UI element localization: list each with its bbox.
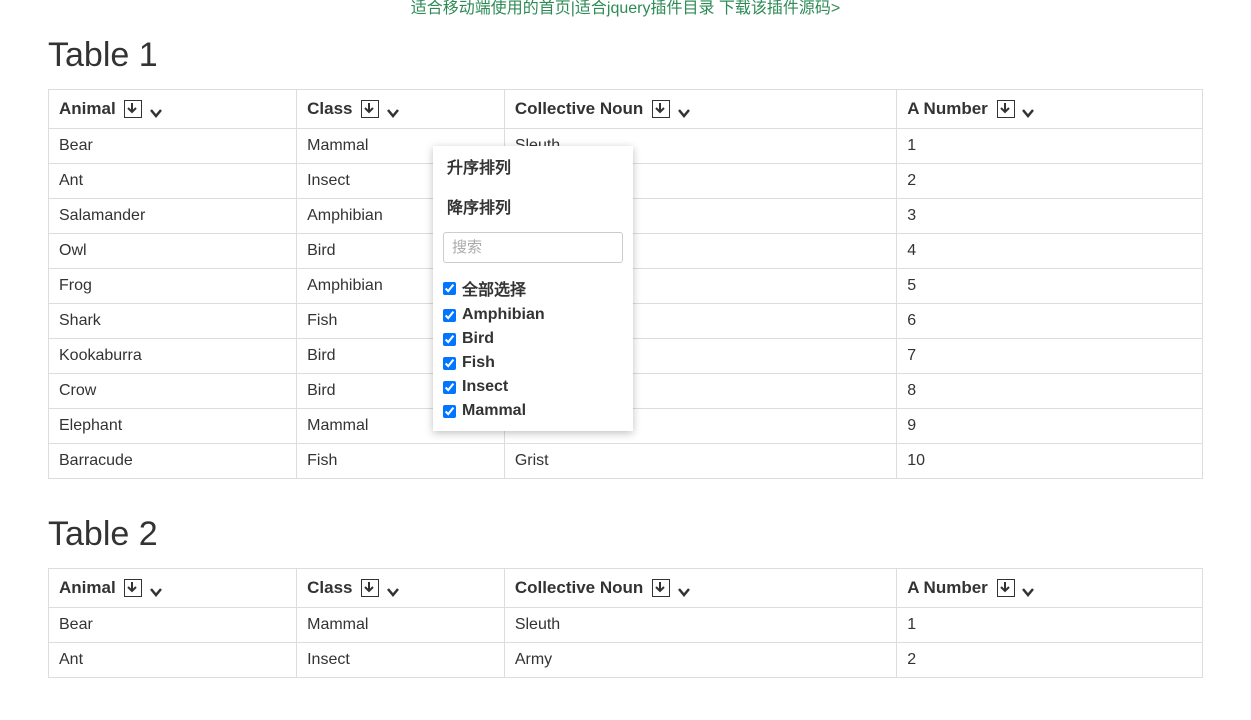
table1-header-collective-noun[interactable]: Collective Noun [504,90,896,129]
header-label: Collective Noun [515,578,643,597]
chevron-down-icon[interactable] [149,587,163,597]
top-links[interactable]: 适合移动端使用的首页|适合jquery插件目录 下载该插件源码> [48,0,1203,18]
table1-section: Table 1 Animal Class Collective Noun [48,36,1203,479]
header-label: Collective Noun [515,99,643,118]
table-cell: Shark [49,304,297,339]
table-row: BearMammalSleuth1 [49,608,1203,643]
table-cell: Army [504,643,896,678]
table-cell: Bear [49,129,297,164]
table-cell: 9 [897,409,1203,444]
filter-checkbox[interactable] [443,381,456,394]
filter-search-input[interactable] [443,232,623,263]
header-label: A Number [907,578,988,597]
filter-popup: 升序排列 降序排列 全部选择 Amphibian Bird Fish [433,146,633,431]
table-cell: 4 [897,234,1203,269]
filter-row[interactable]: Insect [443,375,623,399]
table-row: AntInsectArmy2 [49,643,1203,678]
sort-asc-button[interactable]: 升序排列 [433,146,633,186]
chevron-down-icon[interactable] [1021,108,1035,118]
table2-header-animal[interactable]: Animal [49,569,297,608]
sort-arrow-icon[interactable] [997,100,1015,118]
table-cell: Grist [504,444,896,479]
table-cell: Elephant [49,409,297,444]
table-cell: Frog [49,269,297,304]
chevron-down-icon[interactable] [386,587,400,597]
sort-arrow-icon[interactable] [361,579,379,597]
table-cell: Owl [49,234,297,269]
header-label: A Number [907,99,988,118]
chevron-down-icon[interactable] [677,108,691,118]
filter-row[interactable]: Amphibian [443,303,623,327]
table-cell: Crow [49,374,297,409]
header-label: Class [307,99,352,118]
table-cell: Barracude [49,444,297,479]
table-cell: 3 [897,199,1203,234]
table2-title: Table 2 [48,515,1203,554]
chevron-down-icon[interactable] [1021,587,1035,597]
table-cell: 6 [897,304,1203,339]
table-cell: 5 [897,269,1203,304]
filter-checkbox[interactable] [443,405,456,418]
table-row: BarracudeFishGrist10 [49,444,1203,479]
table-cell: Fish [297,444,505,479]
filter-row-select-all[interactable]: 全部选择 [443,273,623,303]
table1-header-animal[interactable]: Animal [49,90,297,129]
table-cell: 1 [897,129,1203,164]
table2-header-collective-noun[interactable]: Collective Noun [504,569,896,608]
table-cell: 7 [897,339,1203,374]
table1-header-a-number[interactable]: A Number [897,90,1203,129]
table-cell: Kookaburra [49,339,297,374]
table-cell: 2 [897,643,1203,678]
header-label: Animal [59,578,116,597]
table1-header-class[interactable]: Class [297,90,505,129]
table2-header-row: Animal Class Collective Noun A Number [49,569,1203,608]
sort-arrow-icon[interactable] [124,579,142,597]
header-label: Animal [59,99,116,118]
table2: Animal Class Collective Noun A Number [48,568,1203,678]
sort-arrow-icon[interactable] [652,579,670,597]
filter-checkbox-select-all[interactable] [443,282,456,295]
filter-search-wrap [433,226,633,271]
table-cell: Bear [49,608,297,643]
table-cell: Ant [49,643,297,678]
chevron-down-icon[interactable] [386,108,400,118]
table-cell: 10 [897,444,1203,479]
filter-row[interactable]: Mammal [443,399,623,423]
table2-header-class[interactable]: Class [297,569,505,608]
sort-arrow-icon[interactable] [361,100,379,118]
table-cell: 8 [897,374,1203,409]
sort-desc-button[interactable]: 降序排列 [433,186,633,226]
chevron-down-icon[interactable] [149,108,163,118]
table-cell: Sleuth [504,608,896,643]
filter-checkbox[interactable] [443,333,456,346]
table-cell: Ant [49,164,297,199]
table-cell: Salamander [49,199,297,234]
table2-section: Table 2 Animal Class Collective Noun [48,515,1203,678]
filter-label: Insect [462,378,508,396]
filter-label: Fish [462,354,495,372]
table2-header-a-number[interactable]: A Number [897,569,1203,608]
filter-label: Amphibian [462,306,545,324]
table-cell: 1 [897,608,1203,643]
top-links-text[interactable]: 适合移动端使用的首页|适合jquery插件目录 下载该插件源码> [411,0,841,17]
table1-title: Table 1 [48,36,1203,75]
table-cell: Mammal [297,608,505,643]
sort-arrow-icon[interactable] [124,100,142,118]
filter-checkbox[interactable] [443,357,456,370]
filter-label: Mammal [462,402,526,420]
filter-checkbox[interactable] [443,309,456,322]
table-cell: 2 [897,164,1203,199]
filter-list[interactable]: 全部选择 Amphibian Bird Fish Insect Mammal [433,271,633,425]
sort-arrow-icon[interactable] [997,579,1015,597]
filter-label: Bird [462,330,494,348]
filter-row[interactable]: Fish [443,351,623,375]
header-label: Class [307,578,352,597]
chevron-down-icon[interactable] [677,587,691,597]
filter-row[interactable]: Bird [443,327,623,351]
table1-header-row: Animal Class Collective Noun A Number [49,90,1203,129]
table-cell: Insect [297,643,505,678]
filter-label-select-all: 全部选择 [462,276,526,300]
sort-arrow-icon[interactable] [652,100,670,118]
